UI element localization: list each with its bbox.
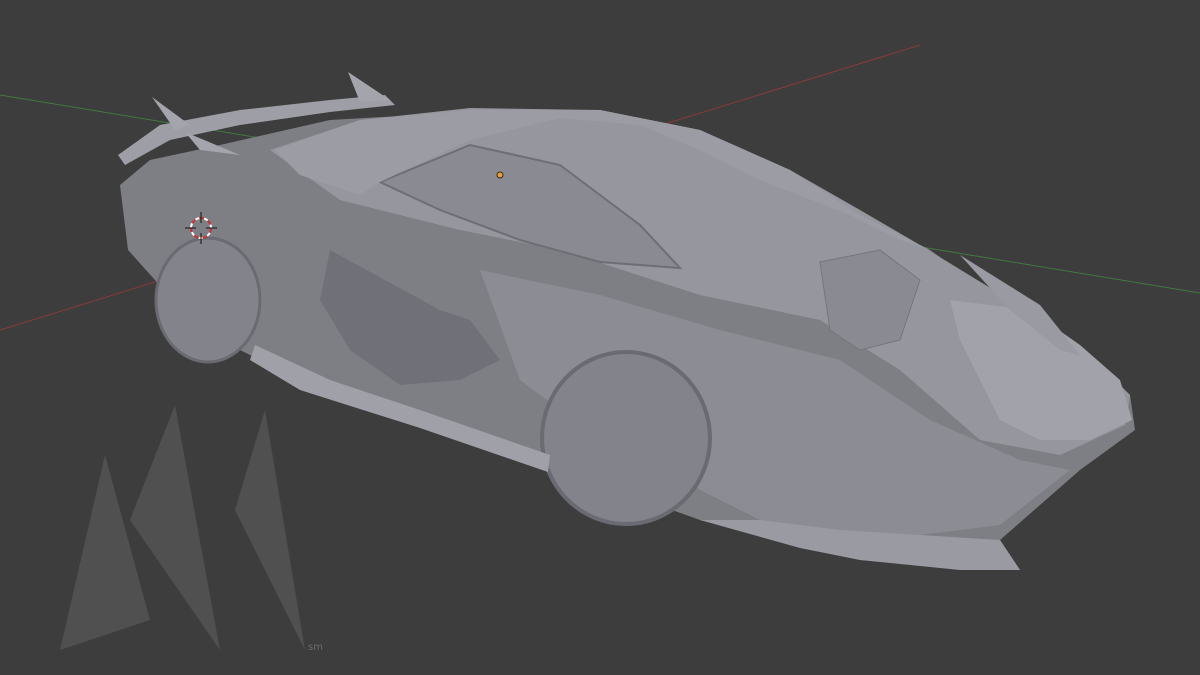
3d-viewport[interactable]: sm [0, 0, 1200, 675]
front-wheel [540, 350, 712, 526]
watermark-suffix: sm [308, 642, 323, 653]
viewport-scene[interactable] [0, 0, 1200, 675]
car-rear-wing-fin-right [348, 72, 390, 102]
watermark-logo [60, 405, 305, 650]
object-origin-icon[interactable] [496, 171, 504, 179]
rear-wheel [154, 236, 262, 364]
